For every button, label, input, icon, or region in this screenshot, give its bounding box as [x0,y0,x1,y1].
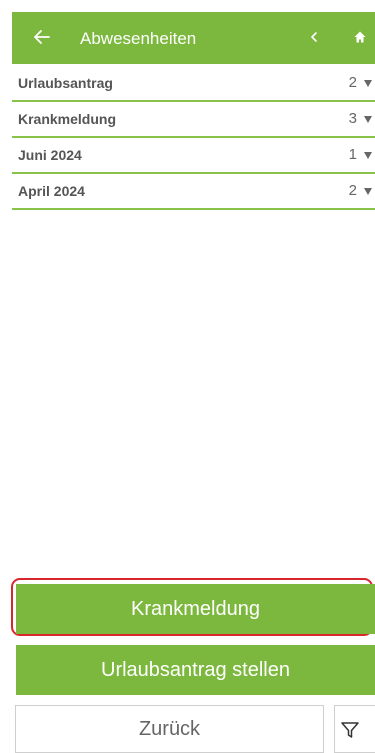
group-count: 2 [348,182,357,199]
group-row-vacation-request[interactable]: Urlaubsantrag 2 [12,66,375,102]
group-label: April 2024 [18,183,85,199]
group-label: Krankmeldung [18,111,117,127]
caret-down-icon [364,80,372,87]
group-row-june-2024[interactable]: Juni 2024 1 [12,138,375,174]
home-icon[interactable] [353,30,367,44]
absence-group-list: Urlaubsantrag 2 Krankmeldung 3 Juni 2024… [12,66,375,210]
sick-note-button[interactable]: Krankmeldung [16,584,375,634]
arrow-left-icon[interactable] [30,25,54,49]
filter-icon [341,722,359,738]
chevron-left-icon[interactable] [308,29,320,45]
group-label: Juni 2024 [18,147,82,163]
page-title: Abwesenheiten [80,29,197,48]
vacation-request-button[interactable]: Urlaubsantrag stellen [16,645,375,695]
group-count: 2 [348,74,357,91]
group-count: 3 [348,110,357,127]
caret-down-icon [364,116,372,123]
group-row-april-2024[interactable]: April 2024 2 [12,174,375,210]
filter-button[interactable] [334,705,375,753]
caret-down-icon [364,188,372,195]
group-count: 1 [348,146,357,163]
app-header: Abwesenheiten [12,12,375,64]
group-label: Urlaubsantrag [18,75,113,91]
caret-down-icon [364,152,372,159]
group-row-sick-note[interactable]: Krankmeldung 3 [12,102,375,138]
back-button[interactable]: Zurück [15,705,324,753]
